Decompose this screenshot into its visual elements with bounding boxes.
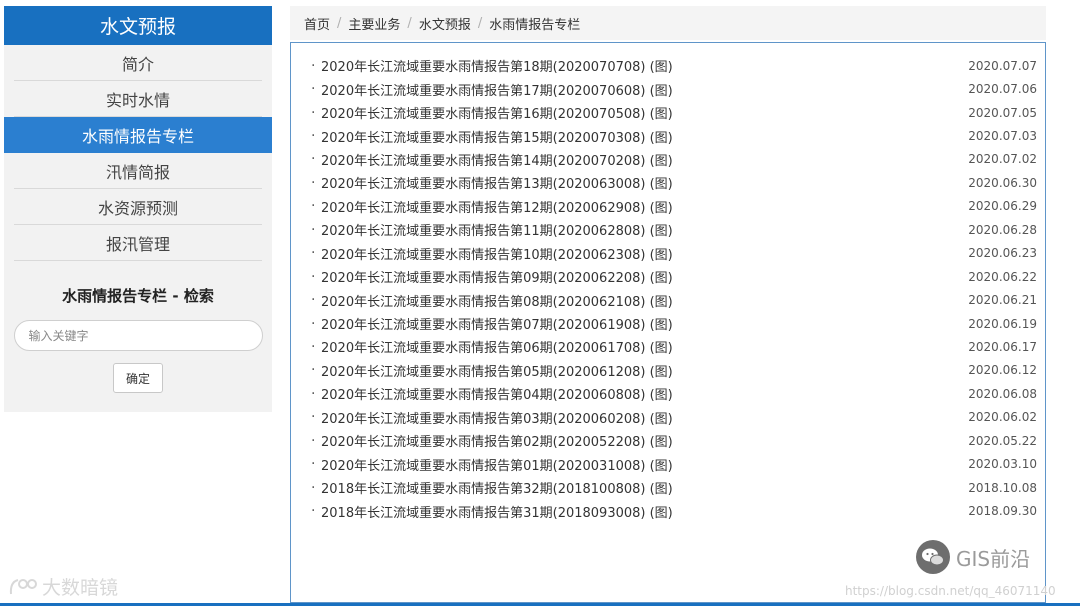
report-row[interactable]: 2020年长江流域重要水雨情报告第09期(2020062208) (图) 2020… bbox=[311, 265, 1037, 288]
report-row[interactable]: 2020年长江流域重要水雨情报告第05期(2020061208) (图) 2020… bbox=[311, 359, 1037, 382]
report-date: 2020.06.19 bbox=[968, 316, 1037, 331]
report-row[interactable]: 2020年长江流域重要水雨情报告第18期(2020070708) (图) 2020… bbox=[311, 54, 1037, 77]
report-date: 2020.07.05 bbox=[968, 105, 1037, 120]
report-title-link[interactable]: 2018年长江流域重要水雨情报告第31期(2018093008) (图) bbox=[321, 502, 673, 521]
report-date: 2020.06.08 bbox=[968, 386, 1037, 401]
report-date: 2020.06.30 bbox=[968, 175, 1037, 190]
report-date: 2020.06.12 bbox=[968, 363, 1037, 378]
report-list-panel: 2020年长江流域重要水雨情报告第18期(2020070708) (图) 2020… bbox=[290, 42, 1046, 603]
watermark-right: GIS前沿 bbox=[916, 540, 1030, 574]
report-date: 2020.06.17 bbox=[968, 339, 1037, 354]
report-date: 2020.03.10 bbox=[968, 457, 1037, 472]
report-title-link[interactable]: 2020年长江流域重要水雨情报告第16期(2020070508) (图) bbox=[321, 103, 673, 122]
watermark-right-text: GIS前沿 bbox=[956, 546, 1031, 571]
report-row[interactable]: 2020年长江流域重要水雨情报告第04期(2020060808) (图) 2020… bbox=[311, 382, 1037, 405]
report-row[interactable]: 2020年长江流域重要水雨情报告第02期(2020052208) (图) 2020… bbox=[311, 429, 1037, 452]
report-row[interactable]: 2020年长江流域重要水雨情报告第16期(2020070508) (图) 2020… bbox=[311, 101, 1037, 124]
report-title-link[interactable]: 2020年长江流域重要水雨情报告第01期(2020031008) (图) bbox=[321, 455, 673, 474]
report-title-link[interactable]: 2020年长江流域重要水雨情报告第04期(2020060808) (图) bbox=[321, 384, 673, 403]
report-date: 2020.06.02 bbox=[968, 410, 1037, 425]
report-date: 2018.10.08 bbox=[968, 480, 1037, 495]
report-row[interactable]: 2020年长江流域重要水雨情报告第15期(2020070308) (图) 2020… bbox=[311, 124, 1037, 147]
report-list: 2020年长江流域重要水雨情报告第18期(2020070708) (图) 2020… bbox=[311, 54, 1037, 523]
breadcrumb-home[interactable]: 首页 bbox=[304, 14, 330, 33]
report-date: 2020.05.22 bbox=[968, 433, 1037, 448]
report-row[interactable]: 2020年长江流域重要水雨情报告第14期(2020070208) (图) 2020… bbox=[311, 148, 1037, 171]
watermark-logo-icon bbox=[9, 578, 37, 594]
sidebar-item-flood-brief[interactable]: 汛情简报 bbox=[14, 153, 262, 189]
sidebar-item-intro[interactable]: 简介 bbox=[14, 45, 262, 81]
report-title-link[interactable]: 2020年长江流域重要水雨情报告第06期(2020061708) (图) bbox=[321, 337, 673, 356]
breadcrumb-main-business[interactable]: 主要业务 bbox=[348, 14, 400, 33]
report-row[interactable]: 2020年长江流域重要水雨情报告第12期(2020062908) (图) 2020… bbox=[311, 195, 1037, 218]
breadcrumb-separator: / bbox=[407, 15, 412, 31]
report-row[interactable]: 2020年长江流域重要水雨情报告第08期(2020062108) (图) 2020… bbox=[311, 288, 1037, 311]
report-title-link[interactable]: 2020年长江流域重要水雨情报告第12期(2020062908) (图) bbox=[321, 197, 673, 216]
report-date: 2020.07.07 bbox=[968, 58, 1037, 73]
report-title-link[interactable]: 2020年长江流域重要水雨情报告第18期(2020070708) (图) bbox=[321, 56, 673, 75]
sidebar-item-realtime-water[interactable]: 实时水情 bbox=[14, 81, 262, 117]
report-title-link[interactable]: 2020年长江流域重要水雨情报告第11期(2020062808) (图) bbox=[321, 220, 673, 239]
breadcrumb-separator: / bbox=[337, 15, 342, 31]
watermark-left: 大数暗镜 bbox=[8, 573, 118, 600]
report-title-link[interactable]: 2020年长江流域重要水雨情报告第14期(2020070208) (图) bbox=[321, 150, 673, 169]
report-title-link[interactable]: 2020年长江流域重要水雨情报告第13期(2020063008) (图) bbox=[321, 173, 673, 192]
breadcrumb-current-page: 水雨情报告专栏 bbox=[489, 17, 581, 33]
report-date: 2020.07.02 bbox=[968, 152, 1037, 167]
report-row[interactable]: 2020年长江流域重要水雨情报告第10期(2020062308) (图) 2020… bbox=[311, 242, 1037, 265]
report-title-link[interactable]: 2020年长江流域重要水雨情报告第02期(2020052208) (图) bbox=[321, 431, 673, 450]
sidebar-item-rain-report[interactable]: 水雨情报告专栏 bbox=[4, 117, 272, 153]
breadcrumb: 首页 / 主要业务 / 水文预报 / 水雨情报告专栏 bbox=[290, 6, 1046, 40]
report-row[interactable]: 2020年长江流域重要水雨情报告第06期(2020061708) (图) 2020… bbox=[311, 335, 1037, 358]
report-date: 2020.06.28 bbox=[968, 222, 1037, 237]
sidebar-title: 水文预报 bbox=[4, 6, 272, 45]
bottom-divider bbox=[0, 603, 1080, 606]
sidebar: 水文预报 简介 实时水情 水雨情报告专栏 汛情简报 水资源预测 报汛管理 水雨情… bbox=[4, 6, 272, 412]
report-title-link[interactable]: 2020年长江流域重要水雨情报告第03期(2020060208) (图) bbox=[321, 408, 673, 427]
report-date: 2018.09.30 bbox=[968, 504, 1037, 519]
report-row[interactable]: 2020年长江流域重要水雨情报告第01期(2020031008) (图) 2020… bbox=[311, 452, 1037, 475]
report-date: 2020.06.29 bbox=[968, 199, 1037, 214]
watermark-left-text: 大数暗镜 bbox=[42, 577, 119, 599]
report-row[interactable]: 2020年长江流域重要水雨情报告第17期(2020070608) (图) 2020… bbox=[311, 77, 1037, 100]
report-date: 2020.07.06 bbox=[968, 82, 1037, 97]
sidebar-menu: 简介 实时水情 水雨情报告专栏 汛情简报 水资源预测 报汛管理 bbox=[4, 45, 272, 261]
wechat-icon bbox=[916, 540, 950, 574]
report-row[interactable]: 2020年长江流域重要水雨情报告第13期(2020063008) (图) 2020… bbox=[311, 171, 1037, 194]
report-row[interactable]: 2020年长江流域重要水雨情报告第11期(2020062808) (图) 2020… bbox=[311, 218, 1037, 241]
breadcrumb-hydrology-forecast[interactable]: 水文预报 bbox=[419, 14, 471, 33]
report-title-link[interactable]: 2020年长江流域重要水雨情报告第09期(2020062208) (图) bbox=[321, 267, 673, 286]
sidebar-item-flood-report-management[interactable]: 报汛管理 bbox=[14, 225, 262, 261]
report-date: 2020.06.23 bbox=[968, 246, 1037, 261]
report-date: 2020.06.21 bbox=[968, 293, 1037, 308]
report-title-link[interactable]: 2018年长江流域重要水雨情报告第32期(2018100808) (图) bbox=[321, 478, 673, 497]
report-row[interactable]: 2018年长江流域重要水雨情报告第31期(2018093008) (图) 2018… bbox=[311, 499, 1037, 522]
search-title: 水雨情报告专栏 - 检索 bbox=[62, 287, 214, 305]
report-row[interactable]: 2020年长江流域重要水雨情报告第03期(2020060208) (图) 2020… bbox=[311, 406, 1037, 429]
report-row[interactable]: 2018年长江流域重要水雨情报告第32期(2018100808) (图) 2018… bbox=[311, 476, 1037, 499]
report-title-link[interactable]: 2020年长江流域重要水雨情报告第17期(2020070608) (图) bbox=[321, 80, 673, 99]
report-title-link[interactable]: 2020年长江流域重要水雨情报告第07期(2020061908) (图) bbox=[321, 314, 673, 333]
report-date: 2020.06.22 bbox=[968, 269, 1037, 284]
report-row[interactable]: 2020年长江流域重要水雨情报告第07期(2020061908) (图) 2020… bbox=[311, 312, 1037, 335]
report-title-link[interactable]: 2020年长江流域重要水雨情报告第15期(2020070308) (图) bbox=[321, 127, 673, 146]
breadcrumb-separator: / bbox=[477, 15, 483, 31]
report-date: 2020.07.03 bbox=[968, 129, 1037, 144]
search-input[interactable] bbox=[13, 320, 263, 351]
search-confirm-button[interactable]: 确定 bbox=[113, 363, 163, 393]
report-title-link[interactable]: 2020年长江流域重要水雨情报告第08期(2020062108) (图) bbox=[321, 291, 673, 310]
report-title-link[interactable]: 2020年长江流域重要水雨情报告第05期(2020061208) (图) bbox=[321, 361, 673, 380]
watermark-url: https://blog.csdn.net/qq_46071140 bbox=[845, 584, 1056, 598]
sidebar-item-water-resource-forecast[interactable]: 水资源预测 bbox=[14, 189, 262, 225]
report-title-link[interactable]: 2020年长江流域重要水雨情报告第10期(2020062308) (图) bbox=[321, 244, 673, 263]
